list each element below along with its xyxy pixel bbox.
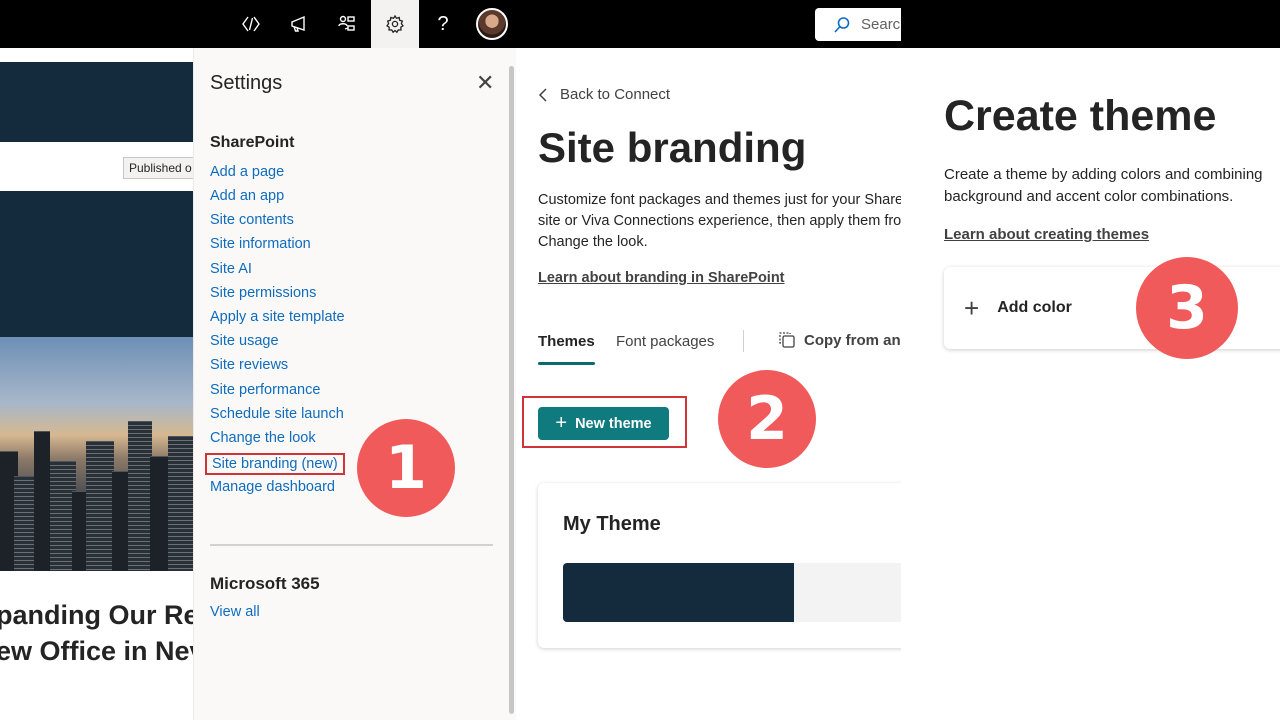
settings-link-site-information[interactable]: Site information xyxy=(210,236,311,252)
settings-title: Settings xyxy=(210,72,283,94)
learn-branding-link[interactable]: Learn about branding in SharePoint xyxy=(538,270,785,286)
settings-link-site-contents[interactable]: Site contents xyxy=(210,212,294,228)
new-theme-button[interactable]: + New theme xyxy=(538,407,669,440)
settings-link-apply-template[interactable]: Apply a site template xyxy=(210,309,345,325)
new-theme-label: New theme xyxy=(575,415,652,432)
step-marker-1: 1 xyxy=(357,419,455,517)
gear-icon[interactable] xyxy=(371,0,419,48)
tab-font-packages[interactable]: Font packages xyxy=(616,333,714,350)
help-label: ? xyxy=(437,12,449,35)
settings-link-site-ai[interactable]: Site AI xyxy=(210,261,252,277)
theme-swatch-background xyxy=(794,563,901,622)
theme-name: My Theme xyxy=(563,513,661,535)
search-box[interactable]: Searc xyxy=(815,8,901,41)
sharepoint-heading: SharePoint xyxy=(210,134,295,151)
tab-themes[interactable]: Themes xyxy=(538,333,595,365)
megaphone-icon[interactable] xyxy=(275,0,323,48)
theme-card[interactable]: My Theme xyxy=(538,483,901,648)
settings-link-add-app[interactable]: Add an app xyxy=(210,188,284,204)
avatar-image xyxy=(476,8,508,40)
add-color-label: Add color xyxy=(997,299,1072,316)
settings-link-site-usage[interactable]: Site usage xyxy=(210,333,279,349)
settings-flyout: Settings ✕ SharePoint Add a page Add an … xyxy=(193,48,516,720)
step-marker-3: 3 xyxy=(1136,257,1238,359)
learn-creating-themes-link[interactable]: Learn about creating themes xyxy=(944,226,1149,243)
microsoft-365-heading: Microsoft 365 xyxy=(210,574,320,593)
settings-link-manage-dashboard[interactable]: Manage dashboard xyxy=(210,479,335,495)
create-theme-panel: Create theme Create a theme by adding co… xyxy=(901,0,1280,720)
suite-header-bar: ? xyxy=(0,0,516,48)
code-icon[interactable] xyxy=(227,0,275,48)
search-placeholder: Searc xyxy=(861,16,901,33)
city-skyline-image xyxy=(0,337,195,571)
suite-header-bar xyxy=(901,0,1280,48)
back-link-label: Back to Connect xyxy=(560,86,671,103)
plus-icon: + xyxy=(964,293,980,323)
step-marker-2: 2 xyxy=(718,370,816,468)
plus-icon: + xyxy=(555,412,568,434)
hero-block xyxy=(0,191,195,337)
article-headline-line2[interactable]: ew Office in Nev xyxy=(0,636,196,667)
settings-link-site-branding[interactable]: Site branding (new) xyxy=(205,453,345,475)
settings-link-change-look[interactable]: Change the look xyxy=(210,430,316,446)
settings-link-site-performance[interactable]: Site performance xyxy=(210,382,320,398)
copy-from-another-site-button[interactable]: Copy from ano xyxy=(778,331,901,349)
tab-separator xyxy=(743,330,744,352)
page-title: Site branding xyxy=(538,124,807,171)
site-branding-panel: Searc Back to Connect Site branding Cust… xyxy=(516,0,901,720)
user-avatar[interactable] xyxy=(468,0,516,48)
chevron-left-icon xyxy=(538,87,547,102)
add-color-button[interactable]: + Add color xyxy=(964,295,1072,321)
close-icon[interactable]: ✕ xyxy=(476,70,494,96)
settings-link-site-permissions[interactable]: Site permissions xyxy=(210,285,316,301)
article-headline-line1[interactable]: panding Our Re xyxy=(0,600,196,631)
page-description: Create a theme by adding colors and comb… xyxy=(944,166,1263,205)
sharepoint-settings-panel: ? Published o panding Our Re ew Office i… xyxy=(0,0,516,720)
settings-scrollbar[interactable] xyxy=(509,66,514,714)
search-icon xyxy=(834,16,850,33)
page-banner xyxy=(0,62,195,142)
theme-swatch-primary xyxy=(563,563,794,622)
settings-link-add-page[interactable]: Add a page xyxy=(210,164,284,180)
published-badge: Published o xyxy=(123,157,203,179)
back-link[interactable]: Back to Connect xyxy=(538,86,670,103)
settings-link-site-reviews[interactable]: Site reviews xyxy=(210,357,288,373)
copy-icon xyxy=(779,332,795,348)
view-all-link[interactable]: View all xyxy=(210,604,260,620)
settings-link-schedule-launch[interactable]: Schedule site launch xyxy=(210,406,344,422)
page-description: Customize font packages and themes just … xyxy=(538,192,901,250)
settings-divider xyxy=(210,544,493,546)
help-icon[interactable]: ? xyxy=(419,0,467,48)
people-network-icon[interactable] xyxy=(323,0,371,48)
page-title: Create theme xyxy=(944,92,1217,140)
suite-header-bar: Searc xyxy=(516,0,901,48)
copy-button-label: Copy from ano xyxy=(804,331,901,349)
